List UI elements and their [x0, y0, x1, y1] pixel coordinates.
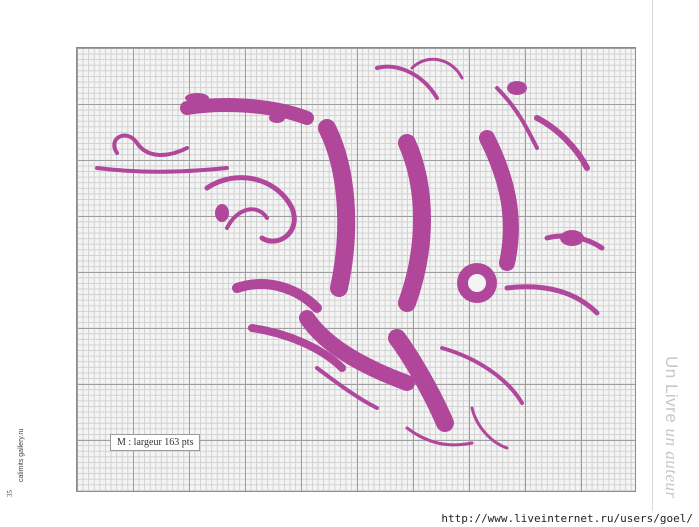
pattern-size-caption: M : largeur 163 pts	[110, 434, 201, 451]
page-edge	[652, 0, 653, 527]
spine-watermark: calimits gallery.ru	[18, 428, 25, 482]
book-title-vertical: Un Livre un auteur	[661, 356, 681, 499]
book-title-italic: un auteur	[662, 428, 681, 499]
book-title-plain: Un Livre	[662, 356, 681, 429]
source-url: http://www.liveinternet.ru/users/goel/	[441, 512, 693, 525]
page-number: 35	[6, 490, 14, 497]
cross-stitch-grid	[76, 47, 636, 492]
monogram-m-motif	[95, 57, 605, 450]
